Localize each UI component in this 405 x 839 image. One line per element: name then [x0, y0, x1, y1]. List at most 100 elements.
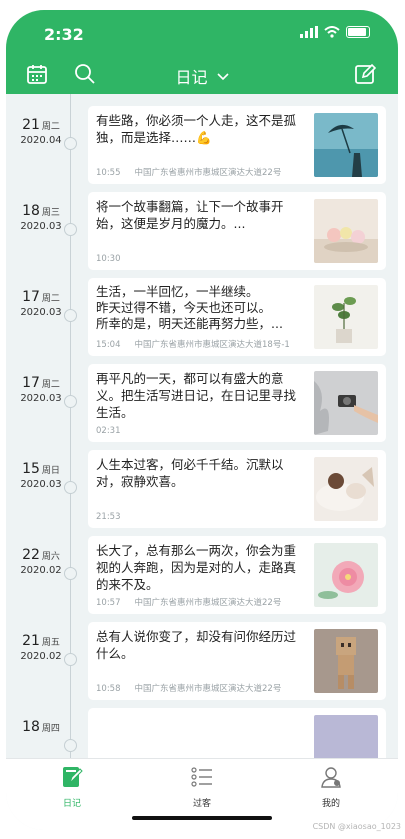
- status-time: 2:32: [44, 25, 84, 44]
- entry-weekday: 周三: [41, 208, 60, 218]
- list-item[interactable]: 15 周日 2020.03 人生本过客，何必千千结。沉默以对，寂静欢喜。 21:5…: [6, 446, 398, 532]
- entry-text: 总有人说你变了，却没有问你经历过什么。: [96, 629, 297, 661]
- thumbnail-image: [314, 371, 378, 435]
- list-icon: [191, 767, 212, 787]
- list-item[interactable]: 18 周四: [6, 704, 398, 758]
- entry-card[interactable]: 人生本过客，何必千千结。沉默以对，寂静欢喜。 21:53: [88, 450, 386, 528]
- entry-month: 2020.03: [20, 393, 62, 404]
- entry-day: 21: [22, 633, 40, 649]
- entry-card[interactable]: 有些路，你必须一个人走，这不是孤独，而是选择……💪 10:55 中国广东省惠州市惠…: [88, 106, 386, 184]
- entry-location: 中国广东省惠州市惠城区演达大道22号: [134, 168, 282, 178]
- diary-icon: [63, 767, 83, 787]
- tab-label: 日记: [62, 799, 81, 809]
- entry-day: 18: [22, 203, 40, 219]
- tab-label: 过客: [192, 799, 211, 809]
- list-item[interactable]: 17 周二 2020.03 生活，一半回忆，一半继续。 昨天过得不错，今天也还可以…: [6, 274, 398, 360]
- status-icons: [300, 26, 370, 38]
- entry-meta: 02:31: [96, 426, 121, 436]
- timeline-dot: [64, 395, 77, 408]
- entry-location: 中国广东省惠州市惠城区演达大道22号: [134, 684, 282, 694]
- diary-list[interactable]: 21 周二 2020.04 有些路，你必须一个人走，这不是孤独，而是选择……💪 1…: [6, 94, 398, 758]
- page-title: 日记: [175, 68, 208, 87]
- timeline-dot: [64, 653, 77, 666]
- entry-weekday: 周五: [41, 638, 60, 648]
- thumbnail-image: [314, 457, 378, 521]
- tab-label: 我的: [321, 799, 340, 809]
- entry-date: 21 周五 2020.02: [16, 630, 66, 662]
- entry-time: 10:58: [96, 684, 121, 694]
- entry-day: 17: [22, 289, 40, 305]
- entry-time: 10:30: [96, 254, 121, 264]
- entry-location: 中国广东省惠州市惠城区演达大道22号: [134, 598, 282, 608]
- timeline-dot: [64, 223, 77, 236]
- entry-time: 10:55: [96, 168, 121, 178]
- entry-month: 2020.03: [20, 479, 62, 490]
- list-item[interactable]: 21 周五 2020.02 总有人说你变了，却没有问你经历过什么。 10:58 中国…: [6, 618, 398, 704]
- thumbnail-image: [314, 113, 378, 177]
- entry-meta: 10:58 中国广东省惠州市惠城区演达大道22号: [96, 682, 281, 694]
- entry-date: 17 周二 2020.03: [16, 372, 66, 404]
- entry-date: 21 周二 2020.04: [16, 114, 66, 146]
- entry-text: 有些路，你必须一个人走，这不是孤独，而是选择……💪: [96, 113, 297, 145]
- list-item[interactable]: 21 周二 2020.04 有些路，你必须一个人走，这不是孤独，而是选择……💪 1…: [6, 102, 398, 188]
- list-item[interactable]: 22 周六 2020.02 长大了，总有那么一两次，你会为重视的人奔跑，因为是对的…: [6, 532, 398, 618]
- thumbnail-image: [314, 629, 378, 693]
- wifi-icon: [324, 26, 340, 38]
- entry-time: 21:53: [96, 512, 121, 522]
- entry-meta: 10:57 中国广东省惠州市惠城区演达大道22号: [96, 596, 281, 608]
- entry-day: 22: [22, 547, 40, 563]
- entry-date: 17 周二 2020.03: [16, 286, 66, 318]
- entry-text: 将一个故事翻篇，让下一个故事开始，这便是岁月的魔力。...: [96, 199, 284, 231]
- entry-card[interactable]: [88, 708, 386, 758]
- entry-day: 17: [22, 375, 40, 391]
- entry-month: 2020.02: [20, 651, 62, 662]
- timeline-dot: [64, 739, 77, 752]
- home-indicator: [132, 816, 272, 820]
- entry-weekday: 周二: [41, 380, 60, 390]
- user-icon: [321, 767, 341, 788]
- entry-meta: 15:04 中国广东省惠州市惠城区演达大道18号-1: [96, 338, 290, 350]
- thumbnail-image: [314, 199, 378, 263]
- entry-month: 2020.02: [20, 565, 62, 576]
- thumbnail-image: [314, 715, 378, 758]
- timeline-dot: [64, 481, 77, 494]
- entry-weekday: 周二: [41, 294, 60, 304]
- list-item[interactable]: 17 周二 2020.03 再平凡的一天，都可以有盛大的意义。把生活写进日记，在日…: [6, 360, 398, 446]
- tab-guests[interactable]: 过客: [172, 765, 232, 809]
- entry-day: 18: [22, 719, 40, 735]
- entry-text: 生活，一半回忆，一半继续。 昨天过得不错，今天也还可以。 所幸的是，明天还能再努…: [96, 284, 283, 331]
- entry-card[interactable]: 总有人说你变了，却没有问你经历过什么。 10:58 中国广东省惠州市惠城区演达大道…: [88, 622, 386, 700]
- entry-card[interactable]: 再平凡的一天，都可以有盛大的意义。把生活写进日记，在日记里寻找生活。 02:31: [88, 364, 386, 442]
- entry-time: 02:31: [96, 426, 121, 436]
- tab-me[interactable]: 我的: [301, 765, 361, 809]
- entry-card[interactable]: 将一个故事翻篇，让下一个故事开始，这便是岁月的魔力。... 10:30: [88, 192, 386, 270]
- timeline-dot: [64, 567, 77, 580]
- entry-card[interactable]: 长大了，总有那么一两次，你会为重视的人奔跑，因为是对的人，走路真的来不及。 10…: [88, 536, 386, 614]
- entry-day: 15: [22, 461, 40, 477]
- entry-weekday: 周四: [41, 724, 60, 734]
- tab-diary[interactable]: 日记: [42, 765, 102, 809]
- entry-meta: 10:55 中国广东省惠州市惠城区演达大道22号: [96, 166, 281, 178]
- entry-text: 再平凡的一天，都可以有盛大的意义。把生活写进日记，在日记里寻找生活。: [96, 371, 297, 420]
- timeline-dot: [64, 309, 77, 322]
- entry-weekday: 周二: [41, 122, 60, 132]
- title-dropdown[interactable]: 日记: [6, 64, 398, 88]
- entry-weekday: 周日: [41, 466, 60, 476]
- app-screen: 2:32 日记 21 周二 2020.04 有些路，你必须一个人走，这不是孤独，…: [6, 10, 398, 830]
- watermark: CSDN @xiaosao_1023: [312, 822, 401, 831]
- entry-month: 2020.03: [20, 307, 62, 318]
- entry-month: 2020.04: [20, 135, 62, 146]
- edit-icon[interactable]: [354, 63, 376, 85]
- entry-day: 21: [22, 117, 40, 133]
- entry-text: 长大了，总有那么一两次，你会为重视的人奔跑，因为是对的人，走路真的来不及。: [96, 543, 297, 592]
- entry-location: 中国广东省惠州市惠城区演达大道18号-1: [134, 340, 290, 350]
- entry-time: 15:04: [96, 340, 121, 350]
- entry-time: 10:57: [96, 598, 121, 608]
- entry-date: 22 周六 2020.02: [16, 544, 66, 576]
- signal-icon: [300, 26, 318, 38]
- entry-card[interactable]: 生活，一半回忆，一半继续。 昨天过得不错，今天也还可以。 所幸的是，明天还能再努…: [88, 278, 386, 356]
- entry-meta: 10:30: [96, 254, 121, 264]
- entry-month: 2020.03: [20, 221, 62, 232]
- entry-meta: 21:53: [96, 512, 121, 522]
- list-item[interactable]: 18 周三 2020.03 将一个故事翻篇，让下一个故事开始，这便是岁月的魔力。.…: [6, 188, 398, 274]
